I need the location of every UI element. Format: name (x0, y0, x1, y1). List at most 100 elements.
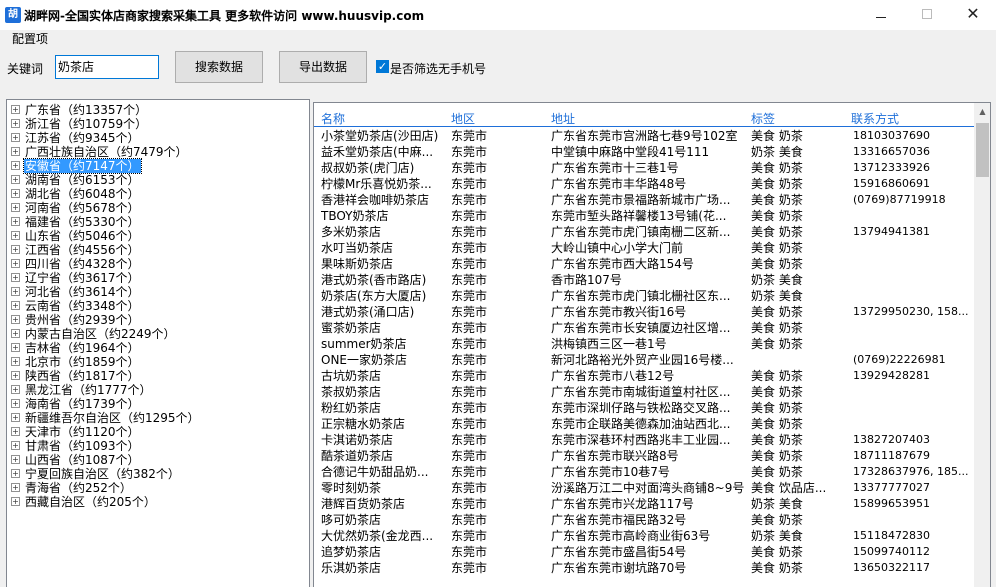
table-row[interactable]: 多米奶茶店 东莞市 广东省东莞市虎门镇南栅二区新... 美食 奶茶 1379494138… (314, 224, 974, 240)
close-button[interactable]: ✕ (950, 0, 996, 30)
expand-icon[interactable]: + (11, 231, 20, 240)
cell-area: 东莞市 (451, 129, 488, 143)
cell-contact: 15916860691 (853, 177, 930, 190)
expand-icon[interactable]: + (11, 189, 20, 198)
table-row[interactable]: 茶叔奶茶店 东莞市 广东省东莞市南城街道篁村社区... 美食 奶茶 (314, 384, 974, 400)
cell-contact: 13794941381 (853, 225, 930, 238)
cell-name: 水叮当奶茶店 (321, 241, 394, 255)
expand-icon[interactable]: + (11, 273, 20, 282)
expand-icon[interactable]: + (11, 259, 20, 268)
expand-icon[interactable]: + (11, 245, 20, 254)
maximize-button[interactable] (904, 0, 950, 30)
table-row[interactable]: 港辉百货奶茶店 东莞市 广东省东莞市兴龙路117号 奶茶 美食 15899653951 (314, 496, 974, 512)
table-row[interactable]: 柠檬Mr乐喜悦奶茶... 东莞市 广东省东莞市丰华路48号 美食 奶茶 15916860… (314, 176, 974, 192)
table-row[interactable]: 正宗糖水奶茶店 东莞市 东莞市企联路美德森加油站西北... 美食 奶茶 (314, 416, 974, 432)
cell-name: summer奶茶店 (321, 337, 407, 351)
keyword-input[interactable]: 奶茶店 (55, 55, 159, 79)
expand-icon[interactable]: + (11, 119, 20, 128)
expand-icon[interactable]: + (11, 371, 20, 380)
cell-name: 港辉百货奶茶店 (321, 497, 406, 511)
column-header-contact[interactable]: 联系方式 (851, 110, 899, 127)
table-row[interactable]: ONE一家奶茶店 东莞市 新河北路裕光外贸产业园16号楼... (0769)22226… (314, 352, 974, 368)
column-header-area[interactable]: 地区 (451, 110, 475, 127)
search-data-button[interactable]: 搜索数据 (175, 51, 263, 83)
table-row[interactable]: 粉红奶茶店 东莞市 东莞市深圳仔路与铁松路交叉路... 美食 奶茶 (314, 400, 974, 416)
table-row[interactable]: 蜜茶奶茶店 东莞市 广东省东莞市长安镇厦边社区增... 美食 奶茶 (314, 320, 974, 336)
expand-icon[interactable]: + (11, 385, 20, 394)
province-tree[interactable]: + 广东省（约13357个） + 浙江省（约10759个） + 江苏省（约9345个） + 广… (6, 99, 310, 587)
table-row[interactable]: 香港祥会咖啡奶茶店 东莞市 广东省东莞市景福路新城市广场... 美食 奶茶 (0769)… (314, 192, 974, 208)
cell-address: 广东省东莞市教兴街16号 (551, 305, 687, 319)
tree-item-label: 黑龙江省（约1777个） (25, 383, 152, 397)
table-row[interactable]: 乐淇奶茶店 东莞市 广东省东莞市谢坑路70号 美食 奶茶 13650322117 (314, 560, 974, 576)
filter-no-mobile-checkbox[interactable]: ✓ (376, 60, 389, 73)
expand-icon[interactable]: + (11, 315, 20, 324)
cell-name: 合德记牛奶甜品奶... (321, 465, 429, 479)
expand-icon[interactable]: + (11, 357, 20, 366)
column-header-tags[interactable]: 标签 (751, 110, 775, 127)
expand-icon[interactable]: + (11, 413, 20, 422)
cell-tags: 美食 奶茶 (751, 193, 803, 207)
tree-item-label: 天津市（约1120个） (25, 425, 140, 439)
tree-item-label: 山东省（约5046个） (25, 229, 140, 243)
expand-icon[interactable]: + (11, 133, 20, 142)
scroll-up-icon[interactable]: ▲ (974, 103, 990, 120)
minimize-button[interactable] (858, 0, 904, 30)
table-row[interactable]: 小茶堂奶茶店(沙田店) 东莞市 广东省东莞市宫洲路七巷9号102室 美食 奶茶 1810… (314, 128, 974, 144)
expand-icon[interactable]: + (11, 455, 20, 464)
results-list[interactable]: 名称 地区 地址 标签 联系方式 小茶堂奶茶店(沙田店) 东莞市 广东省东莞市宫洲路… (313, 102, 991, 587)
cell-contact: 13712333926 (853, 161, 930, 174)
cell-area: 东莞市 (451, 209, 488, 223)
expand-icon[interactable]: + (11, 427, 20, 436)
cell-address: 广东省东莞市10巷7号 (551, 465, 670, 479)
tree-item-label: 江苏省（约9345个） (25, 131, 140, 145)
table-row[interactable]: 追梦奶茶店 东莞市 广东省东莞市盛昌街54号 美食 奶茶 15099740112 (314, 544, 974, 560)
cell-address: 广东省东莞市盛昌街54号 (551, 545, 687, 559)
cell-address: 广东省东莞市十三巷1号 (551, 161, 679, 175)
filter-no-mobile-label[interactable]: 是否筛选无手机号 (390, 60, 486, 77)
expand-icon[interactable]: + (11, 483, 20, 492)
expand-icon[interactable]: + (11, 287, 20, 296)
expand-icon[interactable]: + (11, 161, 20, 170)
cell-area: 东莞市 (451, 225, 488, 239)
cell-tags: 美食 奶茶 (751, 337, 803, 351)
expand-icon[interactable]: + (11, 203, 20, 212)
table-row[interactable]: 港式奶茶(涌口店) 东莞市 广东省东莞市教兴街16号 美食 奶茶 13729950230… (314, 304, 974, 320)
expand-icon[interactable]: + (11, 217, 20, 226)
table-row[interactable]: 水叮当奶茶店 东莞市 大岭山镇中心小学大门前 美食 奶茶 (314, 240, 974, 256)
table-row[interactable]: 卡淇诺奶茶店 东莞市 东莞市深巷环村西路兆丰工业园... 美食 奶茶 138272074… (314, 432, 974, 448)
cell-address: 中堂镇中麻路中堂段41号111 (551, 145, 710, 159)
table-row[interactable]: 益禾堂奶茶店(中麻... 东莞市 中堂镇中麻路中堂段41号111 奶茶 美食 13316… (314, 144, 974, 160)
cell-name: 乐淇奶茶店 (321, 561, 382, 575)
expand-icon[interactable]: + (11, 343, 20, 352)
expand-icon[interactable]: + (11, 441, 20, 450)
expand-icon[interactable]: + (11, 147, 20, 156)
column-header-address[interactable]: 地址 (551, 110, 575, 127)
cell-address: 大岭山镇中心小学大门前 (551, 241, 684, 255)
table-row[interactable]: summer奶茶店 东莞市 洪梅镇西三区一巷1号 美食 奶茶 (314, 336, 974, 352)
expand-icon[interactable]: + (11, 329, 20, 338)
cell-address: 汾溪路万江二中对面湾头商铺8~9号 (551, 481, 745, 495)
table-row[interactable]: 零时刻奶茶 东莞市 汾溪路万江二中对面湾头商铺8~9号 美食 饮品店... 133777… (314, 480, 974, 496)
table-row[interactable]: 大优然奶茶(金龙西... 东莞市 广东省东莞市高岭商业街63号 奶茶 美食 151184… (314, 528, 974, 544)
table-row[interactable]: 港式奶茶(香市路店) 东莞市 香市路107号 奶茶 美食 (314, 272, 974, 288)
table-row[interactable]: 果味斯奶茶店 东莞市 广东省东莞市西大路154号 美食 奶茶 (314, 256, 974, 272)
expand-icon[interactable]: + (11, 105, 20, 114)
expand-icon[interactable]: + (11, 175, 20, 184)
expand-icon[interactable]: + (11, 469, 20, 478)
table-row[interactable]: 酷茶道奶茶店 东莞市 广东省东莞市联兴路8号 美食 奶茶 18711187679 (314, 448, 974, 464)
table-row[interactable]: TBOY奶茶店 东莞市 东莞市堑头路祥馨楼13号铺(花... 美食 奶茶 (314, 208, 974, 224)
table-row[interactable]: 哆可奶茶店 东莞市 广东省东莞市福民路32号 美食 奶茶 (314, 512, 974, 528)
export-data-button[interactable]: 导出数据 (279, 51, 367, 83)
scroll-thumb[interactable] (976, 123, 989, 177)
table-row[interactable]: 奶茶店(东方大厦店) 东莞市 广东省东莞市虎门镇北栅社区东... 奶茶 美食 (314, 288, 974, 304)
vertical-scrollbar[interactable]: ▲ (974, 103, 990, 587)
expand-icon[interactable]: + (11, 497, 20, 506)
expand-icon[interactable]: + (11, 301, 20, 310)
column-header-name[interactable]: 名称 (321, 110, 345, 127)
cell-name: 港式奶茶(涌口店) (321, 305, 415, 319)
table-row[interactable]: 合德记牛奶甜品奶... 东莞市 广东省东莞市10巷7号 美食 奶茶 1732863797… (314, 464, 974, 480)
table-row[interactable]: 古坑奶茶店 东莞市 广东省东莞市八巷12号 美食 奶茶 13929428281 (314, 368, 974, 384)
expand-icon[interactable]: + (11, 399, 20, 408)
table-row[interactable]: 叔叔奶茶(虎门店) 东莞市 广东省东莞市十三巷1号 美食 奶茶 13712333926 (314, 160, 974, 176)
